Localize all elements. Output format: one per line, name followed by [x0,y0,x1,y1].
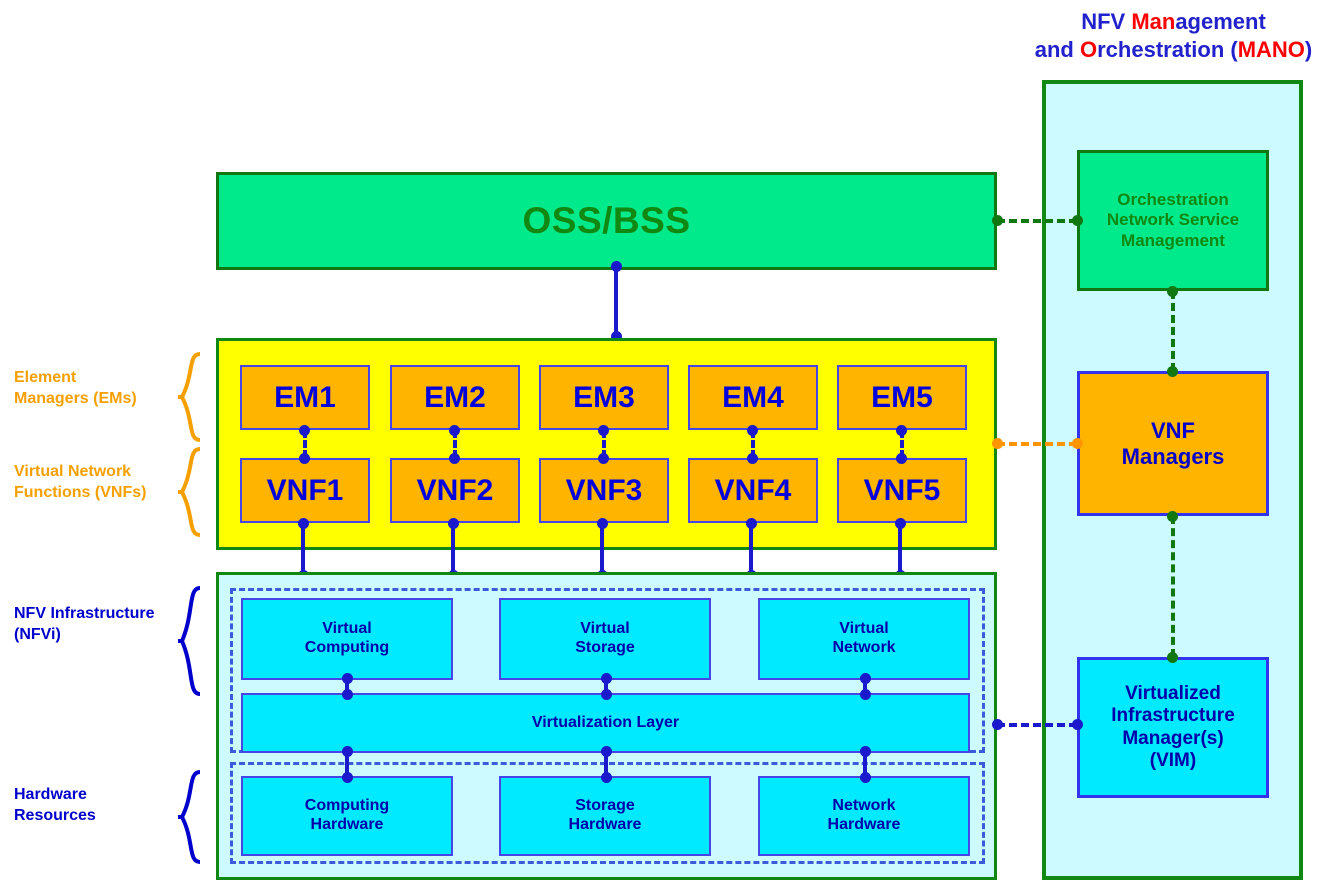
vnf-box-1[interactable]: VNF1 [240,458,370,523]
connector-dot [601,746,612,757]
connector-dot [1167,366,1178,377]
connector-dot [298,518,309,529]
brace-element-managers [178,352,201,442]
em-box-1[interactable]: EM1 [240,365,370,430]
connector-dot [597,518,608,529]
connector-dot [601,673,612,684]
mano-title: NFV Management and Orchestration (MANO) [1010,8,1337,64]
orchestration-box[interactable]: Orchestration Network Service Management [1077,150,1269,291]
connector-dot [611,261,622,272]
vnf-box-2[interactable]: VNF2 [390,458,520,523]
em-box-5[interactable]: EM5 [837,365,967,430]
connector-dot [1072,215,1083,226]
connector-dot [601,772,612,783]
side-label-vnfs: Virtual Network Functions (VNFs) [14,463,147,501]
mano-title-line2: and Orchestration (MANO) [1034,37,1313,63]
network-hardware-box[interactable]: Network Hardware [758,776,970,856]
vnf-to-nfvi-connector [301,523,305,576]
em-box-2[interactable]: EM2 [390,365,520,430]
connector-dot [896,425,907,436]
connector-dot [342,772,353,783]
connector-dot [448,518,459,529]
vnf-to-nfvi-connector [749,523,753,576]
connector-dot [896,453,907,464]
connector-dot [992,215,1003,226]
connector-dot [598,425,609,436]
vnf-box-3[interactable]: VNF3 [539,458,669,523]
connector-dot [601,689,612,700]
connector-dot [1072,719,1083,730]
virtlayer-to-vim-connector [997,723,1077,727]
connector-dot [1072,438,1083,449]
ossbss-to-orchestration-connector [997,219,1077,223]
mano-title-line1: NFV Management [1081,9,1266,34]
connector-dot [860,746,871,757]
connector-dot [992,719,1003,730]
connector-dot [449,425,460,436]
computing-hardware-box[interactable]: Computing Hardware [241,776,453,856]
connector-dot [992,438,1003,449]
virtual-computing-box[interactable]: Virtual Computing [241,598,453,680]
vnf-managers-box[interactable]: VNF Managers [1077,371,1269,516]
virtualization-layer-box[interactable]: Virtualization Layer [241,693,970,753]
vnf-to-nfvi-connector [451,523,455,576]
em-box-3[interactable]: EM3 [539,365,669,430]
orchestration-to-vnfm-connector [1171,291,1175,371]
connector-dot [598,453,609,464]
side-label-nfvi: NFV Infrastructure (NFVi) [14,605,155,643]
vnf-box-4[interactable]: VNF4 [688,458,818,523]
vnf-to-nfvi-connector [600,523,604,576]
connector-dot [1167,511,1178,522]
connector-dot [342,673,353,684]
vim-box[interactable]: Virtualized Infrastructure Manager(s) (V… [1077,657,1269,798]
connector-dot [299,425,310,436]
connector-dot [895,518,906,529]
connector-dot [860,689,871,700]
oss-bss-box[interactable]: OSS/BSS [216,172,997,270]
connector-dot [860,673,871,684]
connector-dot [1167,286,1178,297]
connector-dot [449,453,460,464]
brace-nfvi [178,586,201,696]
connector-dot [1167,652,1178,663]
vnf-to-nfvi-connector [898,523,902,576]
connector-dot [746,518,757,529]
em-box-4[interactable]: EM4 [688,365,818,430]
vnf-to-vnfm-connector [997,442,1077,446]
connector-dot [747,453,758,464]
brace-vnfs [178,447,201,537]
side-label-element-managers: Element Managers (EMs) [14,369,137,407]
connector-dot [342,746,353,757]
side-label-hardware: Hardware Resources [14,786,96,824]
vnfm-to-vim-connector [1171,516,1175,657]
connector-dot [747,425,758,436]
connector-dot [299,453,310,464]
brace-hardware [178,770,201,864]
vnf-box-5[interactable]: VNF5 [837,458,967,523]
connector-dot [860,772,871,783]
virtual-storage-box[interactable]: Virtual Storage [499,598,711,680]
connector-dot [342,689,353,700]
ossbss-to-em-connector [614,268,618,340]
virtual-network-box[interactable]: Virtual Network [758,598,970,680]
storage-hardware-box[interactable]: Storage Hardware [499,776,711,856]
